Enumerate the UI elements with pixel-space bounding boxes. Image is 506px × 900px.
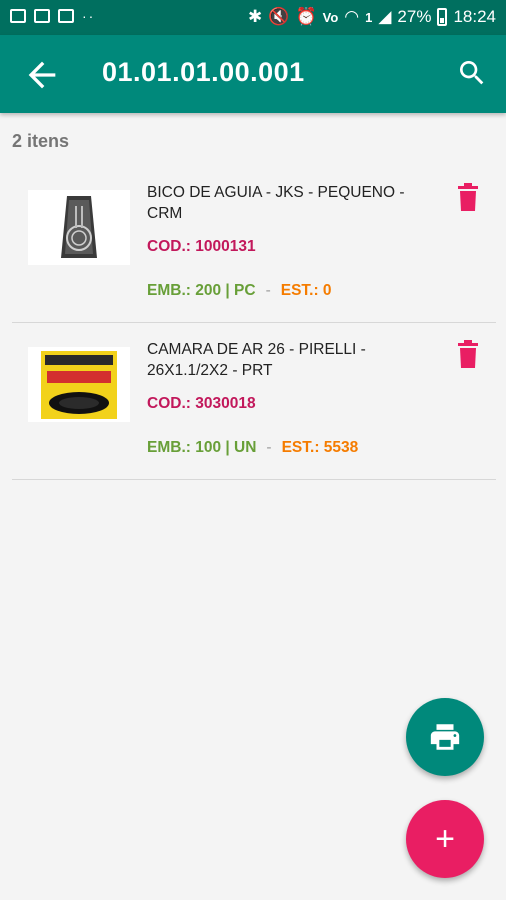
clock: 18:24 (453, 7, 496, 26)
mute-icon: 🔇 (268, 7, 290, 26)
mail-icon (58, 9, 74, 23)
product-name: BICO DE AGUIA - JKS - PEQUENO - CRM (147, 184, 405, 222)
product-meta: EMB.: 200 | PC - EST.: 0 (147, 282, 332, 300)
wifi-icon: ◠ (344, 7, 360, 26)
add-button[interactable]: + (406, 800, 484, 878)
search-button[interactable] (456, 57, 488, 89)
product-image (28, 190, 130, 265)
product-code: COD.: 1000131 (147, 238, 256, 255)
battery-icon (437, 8, 448, 26)
product-thumbnail-icon (61, 195, 97, 258)
notification-icons: ·· (10, 9, 95, 23)
delete-button[interactable] (456, 340, 480, 368)
product-stock: EST.: 0 (280, 282, 332, 299)
meta-separator: - (265, 282, 271, 299)
product-packaging: EMB.: 100 | UN (147, 439, 257, 456)
arrow-left-icon (28, 61, 56, 89)
status-bar: ·· ✱ 🔇 ⏰ Vo ◠ 1 ◢ 27% 18:24 (0, 0, 506, 35)
bluetooth-icon: ✱ (248, 7, 263, 26)
app-bar: 01.01.01.00.001 (0, 35, 506, 113)
product-packaging: EMB.: 200 | PC (147, 282, 256, 299)
product-name: CAMARA DE AR 26 - PIRELLI - 26X1.1/2X2 -… (147, 341, 366, 379)
alarm-icon: ⏰ (295, 7, 317, 26)
sim-icon: 1 (365, 9, 373, 25)
product-image (28, 347, 130, 422)
list-item[interactable]: BICO DE AGUIA - JKS - PEQUENO - CRM COD.… (12, 165, 496, 323)
product-code: COD.: 3030018 (147, 395, 256, 412)
trash-icon (458, 340, 478, 368)
print-button[interactable] (406, 698, 484, 776)
page-title: 01.01.01.00.001 (102, 57, 305, 87)
volte-icon: Vo (322, 9, 339, 25)
plus-icon: + (435, 820, 455, 858)
product-thumbnail-icon (41, 350, 117, 419)
product-stock: EST.: 5538 (281, 439, 359, 456)
calendar-icon (34, 9, 50, 23)
product-meta: EMB.: 100 | UN - EST.: 5538 (147, 439, 358, 457)
signal-icon: ◢ (378, 7, 392, 26)
more-notifications-icon: ·· (82, 8, 96, 24)
system-icons: ✱ 🔇 ⏰ Vo ◠ 1 ◢ 27% 18:24 (248, 7, 496, 27)
delete-button[interactable] (456, 183, 480, 211)
trash-icon (458, 183, 478, 211)
notification-icon (10, 9, 26, 23)
item-count: 2 itens (12, 131, 70, 151)
battery-percent: 27% (397, 7, 432, 26)
meta-separator: - (266, 439, 272, 456)
printer-icon (430, 724, 460, 750)
search-icon (460, 61, 484, 85)
back-button[interactable] (22, 55, 62, 95)
list-item[interactable]: CAMARA DE AR 26 - PIRELLI - 26X1.1/2X2 -… (12, 322, 496, 480)
